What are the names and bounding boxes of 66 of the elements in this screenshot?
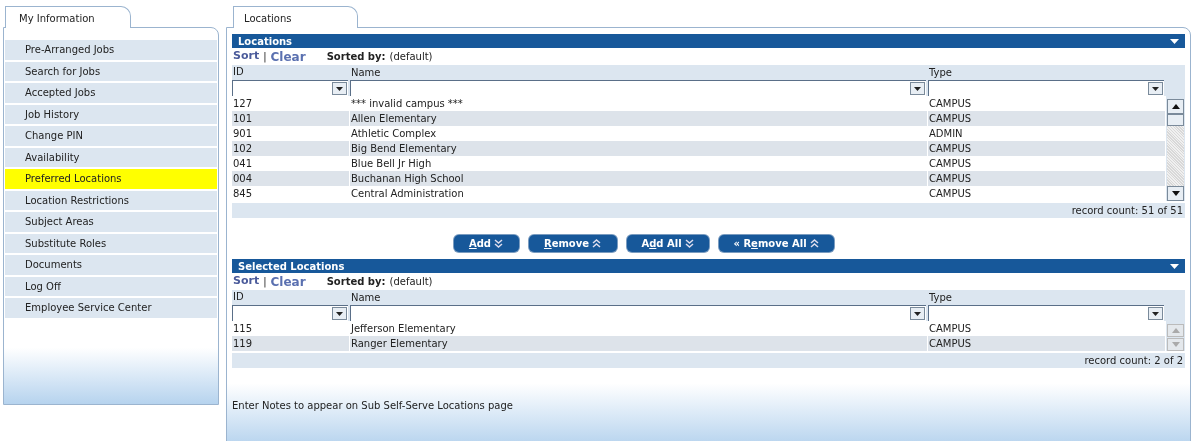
double-chevron-down-icon [494, 239, 504, 248]
scrollbar[interactable] [1166, 96, 1185, 201]
filter-field[interactable] [928, 80, 1164, 96]
menu-item[interactable]: Job History [5, 104, 217, 124]
filter-field[interactable] [350, 80, 926, 96]
column-header[interactable]: Type [928, 290, 1166, 305]
column-header[interactable]: Name [350, 290, 928, 305]
menu-item[interactable]: Log Off [5, 276, 217, 296]
separator: | [263, 50, 267, 64]
double-chevron-up-icon [592, 239, 602, 248]
double-chevron-up-icon [809, 239, 819, 248]
filter-field[interactable] [232, 305, 348, 321]
menu-item[interactable]: Accepted Jobs [5, 83, 217, 103]
action-button[interactable]: Remove [528, 235, 617, 252]
scroll-down-icon[interactable] [1167, 186, 1184, 201]
sorted-by-label: Sorted by: [326, 50, 386, 64]
menu-item[interactable]: Subject Areas [5, 212, 217, 232]
menu-item[interactable]: Search for Jobs [5, 61, 217, 81]
dropdown-icon[interactable] [332, 307, 347, 320]
column-header[interactable]: Type [928, 65, 1166, 80]
column-header[interactable]: ID [232, 65, 350, 79]
menu-item[interactable]: Location Restrictions [5, 190, 217, 210]
record-count: record count: 2 of 2 [1084, 354, 1183, 368]
grid-title: Locations [238, 34, 293, 49]
sorted-by-value: (default) [389, 50, 433, 64]
menu-item[interactable]: Documents [5, 255, 217, 275]
record-count: record count: 51 of 51 [1071, 204, 1183, 218]
dropdown-icon[interactable] [1148, 307, 1163, 320]
menu-item[interactable]: Substitute Roles [5, 233, 217, 253]
sort-link[interactable]: Sort [233, 273, 260, 290]
tab[interactable]: Locations [233, 6, 358, 28]
action-button[interactable]: « Remove All [718, 235, 834, 252]
action-button[interactable]: Add [453, 235, 519, 252]
separator: | [263, 275, 267, 289]
dropdown-icon[interactable] [332, 82, 347, 95]
dropdown-icon[interactable] [910, 82, 925, 95]
filter-field[interactable] [350, 305, 926, 321]
dropdown-icon[interactable] [910, 307, 925, 320]
sorted-by-value: (default) [389, 275, 433, 289]
sorted-by-label: Sorted by: [326, 275, 386, 289]
collapse-icon[interactable] [1170, 263, 1179, 269]
notes-text: Enter Notes to appear on Sub Self-Serve Locations page [232, 399, 514, 413]
tab[interactable]: My Information [5, 6, 131, 28]
action-button[interactable]: Add All [626, 235, 709, 252]
table-cell: 845 [232, 186, 350, 201]
column-header[interactable]: ID [232, 290, 350, 304]
scroll-thumb[interactable] [1167, 114, 1184, 126]
filter-field[interactable] [232, 80, 348, 96]
grid-title: Selected Locations [238, 259, 345, 274]
menu-item[interactable]: Availability [5, 147, 217, 167]
filter-field[interactable] [928, 305, 1164, 321]
dropdown-icon[interactable] [1148, 82, 1163, 95]
sort-link[interactable]: Sort [233, 48, 260, 65]
menu-item[interactable]: Pre-Arranged Jobs [5, 40, 217, 60]
menu-item[interactable]: Employee Service Center [5, 298, 217, 318]
collapse-icon[interactable] [1170, 38, 1179, 44]
table-cell: Central Administration [350, 186, 928, 201]
menu-item[interactable]: Change PIN [5, 126, 217, 146]
table-cell: 119 [232, 336, 350, 351]
table-cell: Ranger Elementary [350, 336, 928, 351]
menu-item[interactable]: Preferred Locations [5, 169, 217, 189]
clear-link[interactable]: Clear [270, 272, 306, 291]
column-header[interactable]: Name [350, 65, 928, 80]
double-chevron-down-icon [684, 239, 694, 248]
clear-link[interactable]: Clear [270, 47, 306, 66]
scroll-up-icon[interactable] [1167, 99, 1184, 114]
